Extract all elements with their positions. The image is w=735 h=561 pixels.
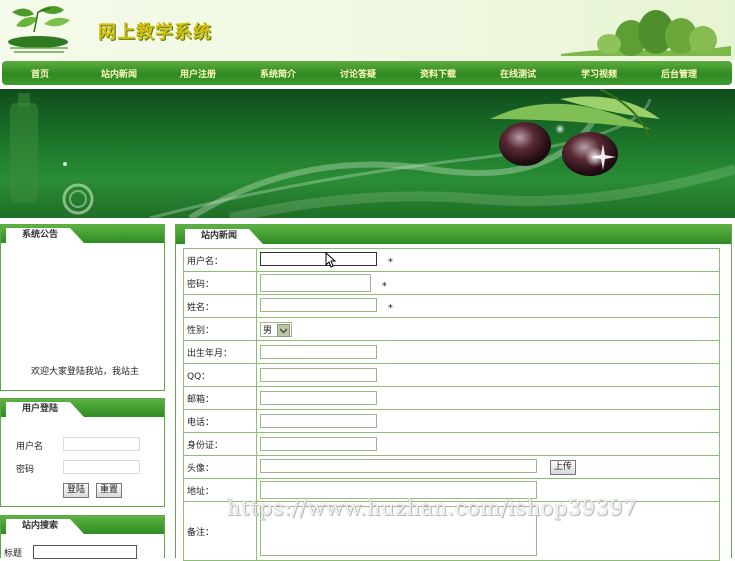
leaf-logo-icon xyxy=(8,6,70,53)
main-header: 站内新闻 xyxy=(176,225,731,244)
avatar-cell: 上传 xyxy=(256,455,720,479)
username-field-label: 用户名： xyxy=(183,248,257,272)
form-row-qq: QQ： xyxy=(183,363,720,387)
search-title: 站内搜索 xyxy=(6,519,85,534)
form-row-password: 密码： * xyxy=(183,271,720,295)
birthday-cell xyxy=(256,340,720,364)
username-cell: * xyxy=(256,248,720,272)
phone-input[interactable] xyxy=(260,414,377,428)
qq-input[interactable] xyxy=(260,368,377,382)
announcement-header: 系统公告 xyxy=(1,225,164,243)
phone-cell xyxy=(256,409,720,433)
login-username-input[interactable] xyxy=(63,437,140,451)
password-field-label: 密码： xyxy=(183,271,257,295)
announcement-text: 欢迎大家登陆我站，我站主 xyxy=(31,367,140,377)
form-row-name: 姓名： * xyxy=(183,294,720,318)
password-label: 密码 xyxy=(16,465,35,475)
gender-cell: 男 xyxy=(256,317,720,341)
form-row-avatar: 头像： 上传 xyxy=(183,455,720,479)
announcement-panel: 系统公告 欢迎大家登陆我站，我站主 xyxy=(0,224,165,391)
birthday-field-label: 出生年月： xyxy=(183,340,257,364)
nav-downloads[interactable]: 资料下载 xyxy=(420,67,456,80)
required-mark: * xyxy=(387,302,393,314)
upload-button[interactable]: 上传 xyxy=(549,459,576,475)
avatar-field-label: 头像： xyxy=(183,455,257,479)
name-field-label: 姓名： xyxy=(183,294,257,318)
login-header: 用户登陆 xyxy=(1,399,164,417)
gender-value: 男 xyxy=(263,325,273,336)
id-card-field-label: 身份证： xyxy=(183,432,257,456)
login-password-input[interactable] xyxy=(63,460,140,474)
id-card-input[interactable] xyxy=(260,437,377,451)
nav-register[interactable]: 用户注册 xyxy=(180,67,216,80)
form-row-phone: 电话： xyxy=(183,409,720,433)
qq-cell xyxy=(256,363,720,387)
name-cell: * xyxy=(256,294,720,318)
form-row-id-card: 身份证： xyxy=(183,432,720,456)
chevron-down-icon xyxy=(277,323,290,337)
email-cell xyxy=(256,386,720,410)
nav-online-test[interactable]: 在线测试 xyxy=(500,67,536,80)
required-mark: * xyxy=(387,256,393,268)
gender-field-label: 性别： xyxy=(183,317,257,341)
mouse-cursor-icon xyxy=(325,251,336,268)
olive-banner-illustration xyxy=(10,89,735,218)
phone-field-label: 电话： xyxy=(183,409,257,433)
form-row-birthday: 出生年月： xyxy=(183,340,720,364)
required-mark: * xyxy=(381,280,387,292)
login-panel: 用户登陆 用户名 密码 登陆 重置 xyxy=(0,398,165,507)
site-header: 网上教学系统 xyxy=(0,0,735,60)
qq-field-label: QQ： xyxy=(183,363,257,387)
email-field-label: 邮箱： xyxy=(183,386,257,410)
nav-admin[interactable]: 后台管理 xyxy=(661,67,697,80)
reset-button[interactable]: 重置 xyxy=(96,483,123,498)
username-input[interactable] xyxy=(260,252,377,267)
login-title: 用户登陆 xyxy=(6,402,85,417)
email-input[interactable] xyxy=(260,391,377,405)
birthday-input[interactable] xyxy=(260,345,377,359)
form-row-gender: 性别： 男 xyxy=(183,317,720,341)
avatar-path-input[interactable] xyxy=(260,459,537,474)
search-field-label: 标题 xyxy=(4,549,23,559)
banner-image xyxy=(0,89,735,218)
nav-intro[interactable]: 系统简介 xyxy=(260,67,296,80)
form-row-username: 用户名： * xyxy=(183,248,720,272)
gender-select[interactable]: 男 xyxy=(260,321,292,337)
name-input[interactable] xyxy=(260,298,377,313)
search-panel: 站内搜索 标题 xyxy=(0,515,165,559)
nav-video[interactable]: 学习视频 xyxy=(581,67,617,80)
nav-discussion[interactable]: 讨论答疑 xyxy=(340,67,376,80)
announcement-title: 系统公告 xyxy=(6,228,85,243)
username-label: 用户名 xyxy=(16,442,44,452)
search-header: 站内搜索 xyxy=(1,516,164,534)
nav-news[interactable]: 站内新闻 xyxy=(101,67,137,80)
login-button[interactable]: 登陆 xyxy=(63,483,90,498)
main-title: 站内新闻 xyxy=(185,229,264,244)
form-row-email: 邮箱： xyxy=(183,386,720,410)
watermark-text: https://www.huzhan.com/ishop39397 xyxy=(227,496,638,520)
id-card-cell xyxy=(256,432,720,456)
password-cell: * xyxy=(256,271,720,295)
nav-home[interactable]: 首页 xyxy=(31,67,49,80)
password-input[interactable] xyxy=(260,274,371,292)
trees-decoration xyxy=(561,10,731,56)
site-title: 网上教学系统 xyxy=(98,22,212,43)
main-nav: 首页 站内新闻 用户注册 系统简介 讨论答疑 资料下载 在线测试 学习视频 后台… xyxy=(2,61,732,85)
